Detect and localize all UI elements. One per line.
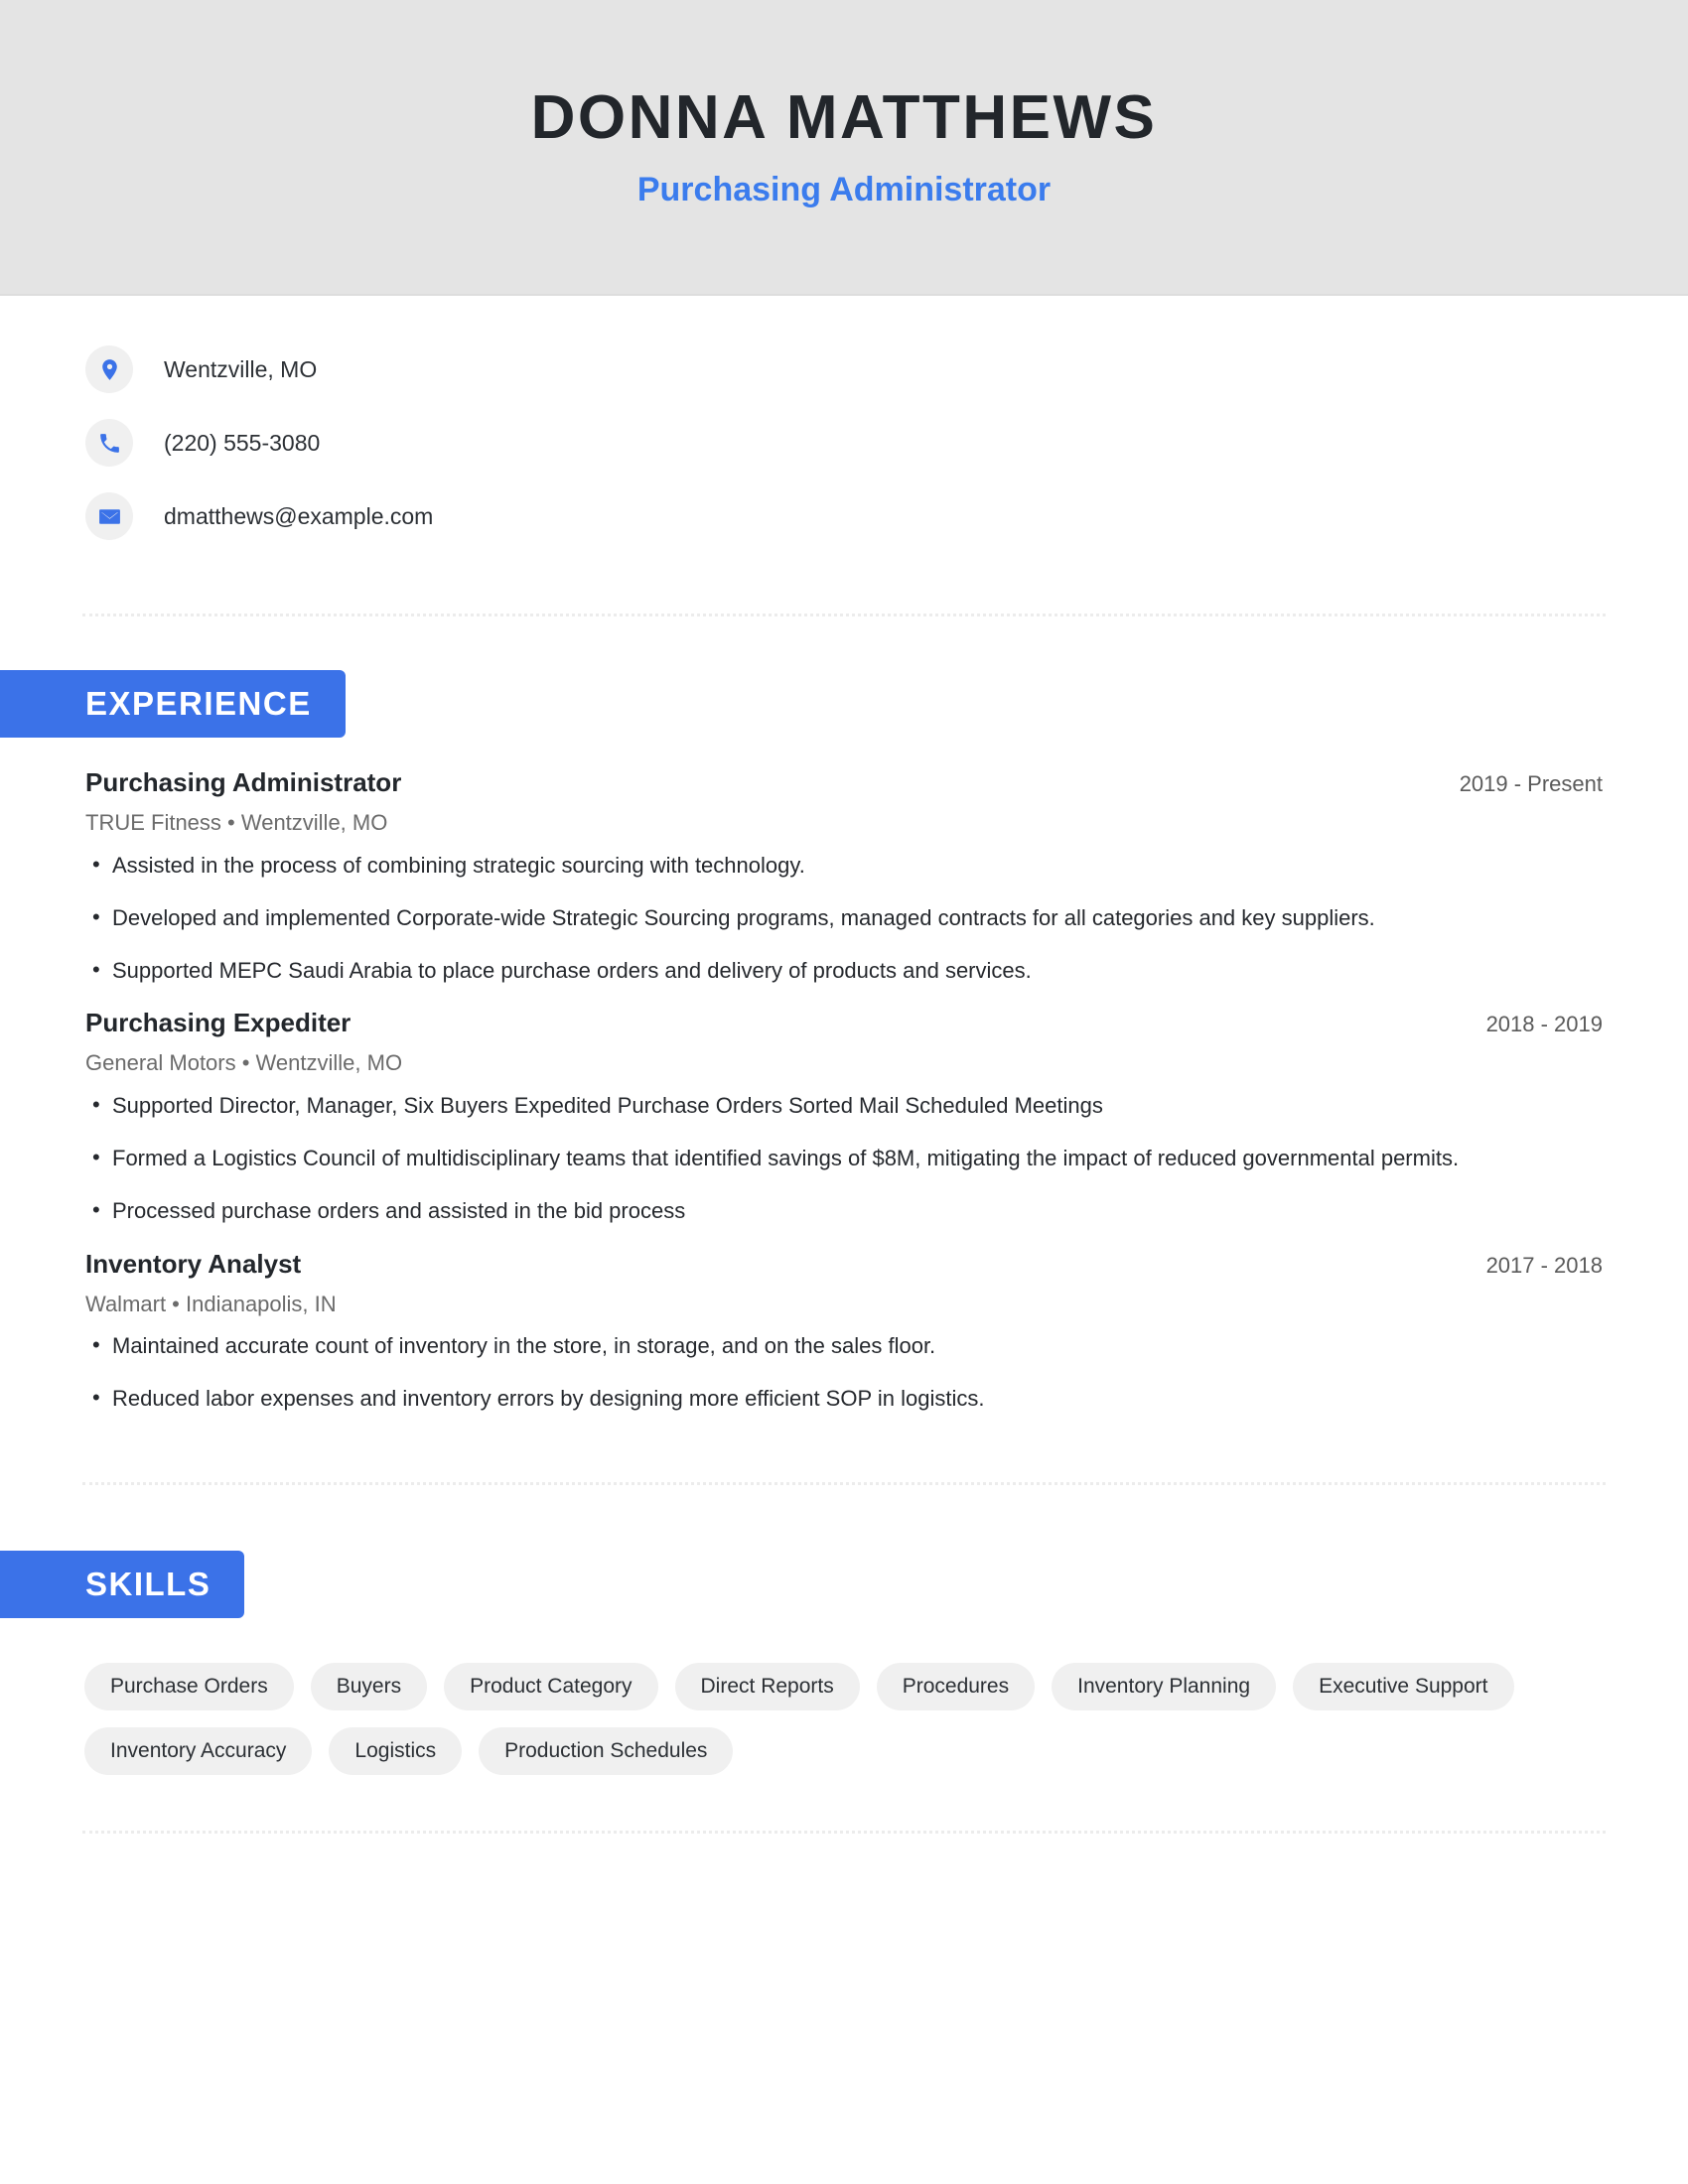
experience-role: Purchasing Expediter xyxy=(85,1008,352,1038)
section-divider xyxy=(82,1830,1606,1835)
experience-list: Purchasing Administrator 2019 - Present … xyxy=(0,767,1688,1415)
contact-location-text: Wentzville, MO xyxy=(164,355,318,382)
experience-bullet: Assisted in the process of combining str… xyxy=(85,849,1542,881)
experience-bullet: Reduced labor expenses and inventory err… xyxy=(85,1382,1542,1414)
experience-organization: Walmart • Indianapolis, IN xyxy=(85,1291,337,1316)
experience-bullet-list: Assisted in the process of combining str… xyxy=(85,849,1606,987)
experience-bullet-list: Supported Director, Manager, Six Buyers … xyxy=(85,1089,1606,1227)
experience-item-header: Purchasing Expediter 2018 - 2019 xyxy=(85,1008,1606,1038)
contact-item-phone: (220) 555-3080 xyxy=(0,419,1688,467)
experience-item: Purchasing Administrator 2019 - Present … xyxy=(85,767,1606,986)
experience-item: Purchasing Expediter 2018 - 2019 General… xyxy=(85,1008,1606,1226)
contact-email-text: dmatthews@example.com xyxy=(164,502,434,529)
skills-section: SKILLS Purchase Orders Buyers Product Ca… xyxy=(0,1486,1688,1775)
experience-item-header: Inventory Analyst 2017 - 2018 xyxy=(85,1249,1606,1280)
experience-organization: General Motors • Wentzville, MO xyxy=(85,1050,403,1076)
experience-item-header: Purchasing Administrator 2019 - Present xyxy=(85,767,1606,798)
contact-item-location: Wentzville, MO xyxy=(0,345,1688,393)
experience-bullet: Supported MEPC Saudi Arabia to place pur… xyxy=(85,954,1542,986)
experience-section: EXPERIENCE Purchasing Administrator 2019… xyxy=(0,617,1688,1415)
page-title: DONNA MATTHEWS xyxy=(530,82,1158,152)
skill-pill: Production Schedules xyxy=(479,1726,734,1775)
skill-pill: Inventory Accuracy xyxy=(84,1726,313,1775)
experience-dates: 2017 - 2018 xyxy=(1485,1252,1603,1278)
experience-bullet: Formed a Logistics Council of multidisci… xyxy=(85,1142,1542,1173)
experience-bullet: Supported Director, Manager, Six Buyers … xyxy=(85,1089,1542,1121)
resume-body: Wentzville, MO (220) 555-3080 dmatthews@… xyxy=(0,296,1688,1835)
experience-bullet-list: Maintained accurate count of inventory i… xyxy=(85,1329,1606,1414)
experience-role: Purchasing Administrator xyxy=(85,767,402,797)
skill-pill: Logistics xyxy=(329,1726,463,1775)
resume-header: DONNA MATTHEWS Purchasing Administrator xyxy=(0,0,1688,296)
skill-pill: Executive Support xyxy=(1293,1662,1514,1710)
email-icon xyxy=(85,492,133,540)
experience-section-heading: EXPERIENCE xyxy=(0,670,346,738)
skills-section-heading: SKILLS xyxy=(0,1550,245,1618)
contact-item-email: dmatthews@example.com xyxy=(0,492,1688,540)
phone-icon xyxy=(85,419,133,467)
experience-bullet: Maintained accurate count of inventory i… xyxy=(85,1329,1542,1361)
experience-bullet: Developed and implemented Corporate-wide… xyxy=(85,901,1542,933)
experience-dates: 2019 - Present xyxy=(1459,771,1603,796)
experience-bullet: Processed purchase orders and assisted i… xyxy=(85,1194,1542,1226)
contact-phone-text: (220) 555-3080 xyxy=(164,429,321,456)
experience-dates: 2018 - 2019 xyxy=(1485,1012,1603,1037)
experience-organization: TRUE Fitness • Wentzville, MO xyxy=(85,810,388,836)
experience-role: Inventory Analyst xyxy=(85,1248,302,1279)
skill-pill: Direct Reports xyxy=(674,1662,860,1710)
header-job-title: Purchasing Administrator xyxy=(636,170,1052,208)
location-pin-icon xyxy=(85,345,133,393)
skill-pill: Purchase Orders xyxy=(84,1662,294,1710)
contact-block: Wentzville, MO (220) 555-3080 dmatthews@… xyxy=(0,296,1688,540)
skill-pill: Buyers xyxy=(310,1662,428,1710)
skills-list: Purchase Orders Buyers Product Category … xyxy=(0,1662,1688,1775)
skill-pill: Inventory Planning xyxy=(1052,1662,1277,1710)
experience-item: Inventory Analyst 2017 - 2018 Walmart • … xyxy=(85,1249,1606,1415)
skill-pill: Product Category xyxy=(444,1662,658,1710)
skill-pill: Procedures xyxy=(876,1662,1036,1710)
